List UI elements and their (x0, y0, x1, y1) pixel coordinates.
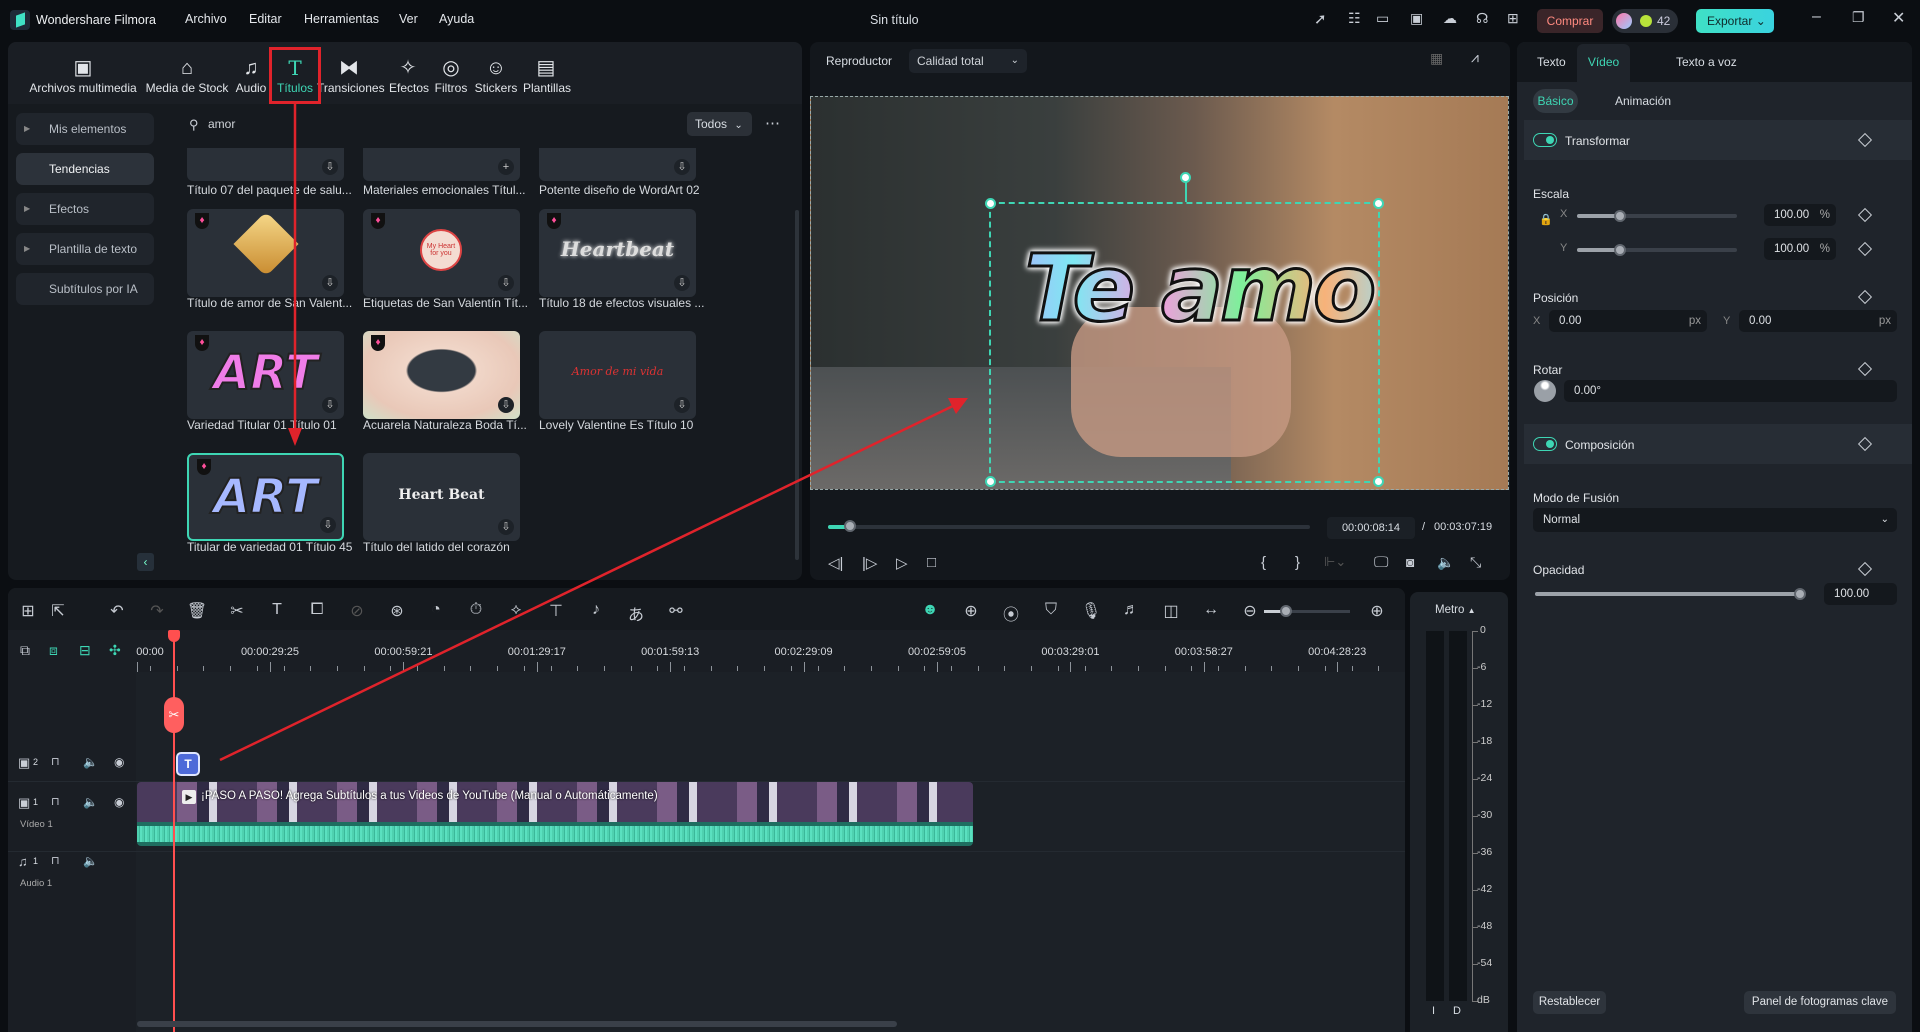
annotation-arrow-diagonal (219, 403, 956, 762)
arrow-head (288, 428, 302, 446)
annotation-arrows (219, 104, 968, 762)
